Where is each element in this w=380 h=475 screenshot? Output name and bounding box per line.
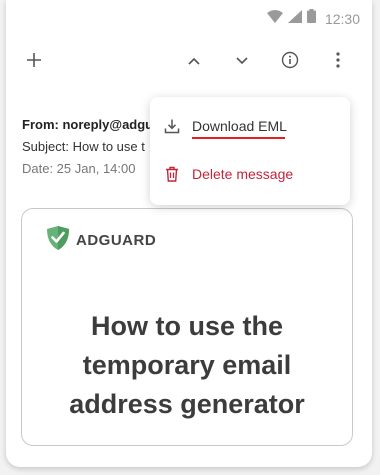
compose-button[interactable] — [20, 48, 48, 76]
brand-name: ADGUARD — [76, 232, 157, 249]
email-body-card: ADGUARD How to use the temporary email a… — [21, 208, 353, 446]
download-eml-label: Download EML — [192, 118, 287, 134]
cellular-signal-icon — [287, 9, 302, 28]
email-headline: How to use the temporary email address g… — [22, 307, 352, 424]
delete-message-label: Delete message — [192, 166, 294, 182]
more-vert-icon — [336, 51, 340, 73]
previous-message-button[interactable] — [180, 48, 208, 76]
trash-icon — [162, 164, 182, 184]
highlight-underline — [192, 137, 285, 139]
toolbar — [6, 40, 372, 84]
phone-screen: 12:30 From: noreply@adgu Subject: How to… — [6, 0, 372, 467]
chevron-down-icon — [235, 53, 249, 71]
headline-line: How to use the — [90, 311, 283, 341]
more-options-button[interactable] — [324, 48, 352, 76]
download-icon — [162, 116, 182, 136]
headline-line: address generator — [69, 389, 305, 419]
overflow-menu: Download EML Delete message — [150, 97, 350, 205]
shield-check-icon — [46, 225, 70, 256]
chevron-up-icon — [187, 53, 201, 71]
headline-line: temporary email — [82, 350, 292, 380]
battery-icon — [306, 9, 316, 28]
info-icon — [281, 51, 299, 74]
delete-message-menu-item[interactable]: Delete message — [150, 152, 350, 196]
status-bar: 12:30 — [6, 0, 372, 36]
wifi-icon — [266, 9, 283, 28]
download-eml-menu-item[interactable]: Download EML — [150, 104, 350, 148]
status-time: 12:30 — [324, 10, 360, 27]
adguard-logo: ADGUARD — [46, 225, 156, 256]
plus-icon — [26, 52, 42, 73]
next-message-button[interactable] — [228, 48, 256, 76]
info-button[interactable] — [276, 48, 304, 76]
status-icons: 12:30 — [266, 9, 360, 28]
